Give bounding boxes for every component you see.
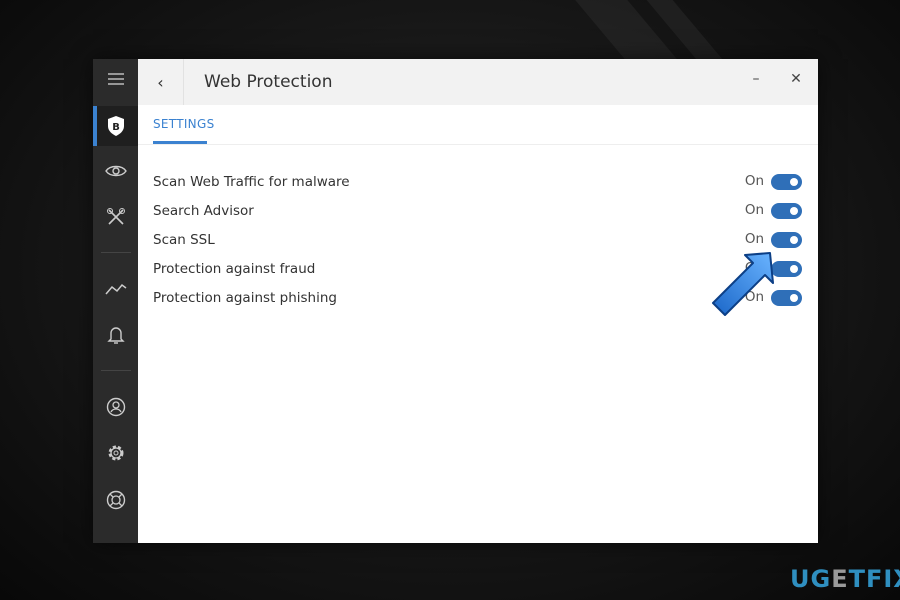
tab-divider <box>138 144 818 145</box>
gear-icon[interactable] <box>93 433 138 473</box>
svg-text:B: B <box>112 122 120 133</box>
pointer-arrow-annotation <box>712 252 774 316</box>
toggle-switch[interactable] <box>771 174 802 190</box>
setting-label: Protection against phishing <box>153 290 337 306</box>
tools-icon[interactable] <box>93 197 138 237</box>
sidebar-divider <box>101 252 131 253</box>
sidebar-divider <box>101 370 131 371</box>
support-icon[interactable] <box>93 480 138 520</box>
sidebar: B <box>93 59 138 543</box>
title-bar: ‹ Web Protection – ✕ <box>138 59 818 105</box>
setting-row: Scan Web Traffic for malware On <box>153 173 802 193</box>
close-button[interactable]: ✕ <box>786 71 806 91</box>
menu-icon[interactable] <box>93 59 138 99</box>
setting-label: Protection against fraud <box>153 261 316 277</box>
watermark-logo: UGETFIX <box>790 565 900 593</box>
bell-icon[interactable] <box>93 315 138 355</box>
account-icon[interactable] <box>93 387 138 427</box>
setting-label: Search Advisor <box>153 203 254 219</box>
activity-icon[interactable] <box>93 269 138 309</box>
tab-settings[interactable]: SETTINGS <box>153 117 214 131</box>
toggle-switch[interactable] <box>771 203 802 219</box>
bitdefender-shield-icon[interactable]: B <box>93 106 138 146</box>
setting-row: Search Advisor On <box>153 202 802 222</box>
toggle-state: On <box>744 173 764 189</box>
setting-label: Scan SSL <box>153 232 215 248</box>
eye-icon[interactable] <box>93 151 138 191</box>
setting-label: Scan Web Traffic for malware <box>153 174 350 190</box>
back-button[interactable]: ‹ <box>138 59 184 105</box>
page-title: Web Protection <box>204 72 333 92</box>
toggle-state: On <box>744 202 764 218</box>
minimize-button[interactable]: – <box>746 71 766 91</box>
chevron-left-icon: ‹ <box>157 72 164 92</box>
